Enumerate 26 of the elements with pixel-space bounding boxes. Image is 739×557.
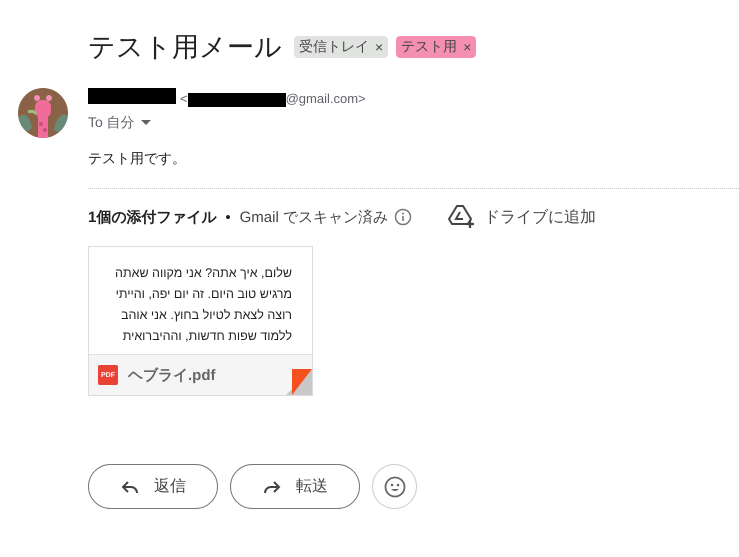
reply-button[interactable]: 返信	[88, 464, 218, 509]
sender-email: @gmail.com>	[286, 90, 366, 106]
message-body: テスト用です。	[88, 150, 187, 168]
close-icon[interactable]: ×	[375, 39, 384, 55]
email-bracket: <	[180, 90, 188, 106]
drive-add-icon	[448, 204, 476, 230]
forward-button[interactable]: 転送	[230, 464, 360, 509]
preview-line: שלום, איך אתה? אני מקווה שאתה	[115, 265, 292, 282]
scan-status: Gmail でスキャン済み	[240, 208, 388, 226]
separator-dot: •	[225, 208, 231, 226]
emoji-button[interactable]	[372, 464, 417, 509]
add-to-drive-button[interactable]: ドライブに追加	[448, 204, 596, 230]
recipient-label: To 自分	[88, 114, 135, 132]
info-icon[interactable]	[394, 208, 412, 226]
preview-line: ללמוד שפות חדשות, וההיברואית	[122, 328, 292, 345]
page-fold-icon	[286, 369, 312, 395]
preview-line: מרגיש טוב היום. זה יום יפה, והייתי	[116, 286, 292, 303]
label-chip[interactable]: 受信トレイ ×	[294, 36, 388, 58]
preview-line: רוצה לצאת לטיול בחוץ. אני אוהב	[120, 307, 292, 324]
dropdown-icon[interactable]	[140, 120, 151, 126]
smiley-icon	[384, 476, 406, 498]
file-name: ヘブライ.pdf	[128, 366, 216, 384]
attachment-count: 1個の添付ファイル	[88, 208, 216, 226]
close-icon[interactable]: ×	[463, 39, 472, 55]
email-subject: テスト用メール	[88, 31, 282, 64]
label-chip[interactable]: テスト用 ×	[396, 36, 476, 58]
